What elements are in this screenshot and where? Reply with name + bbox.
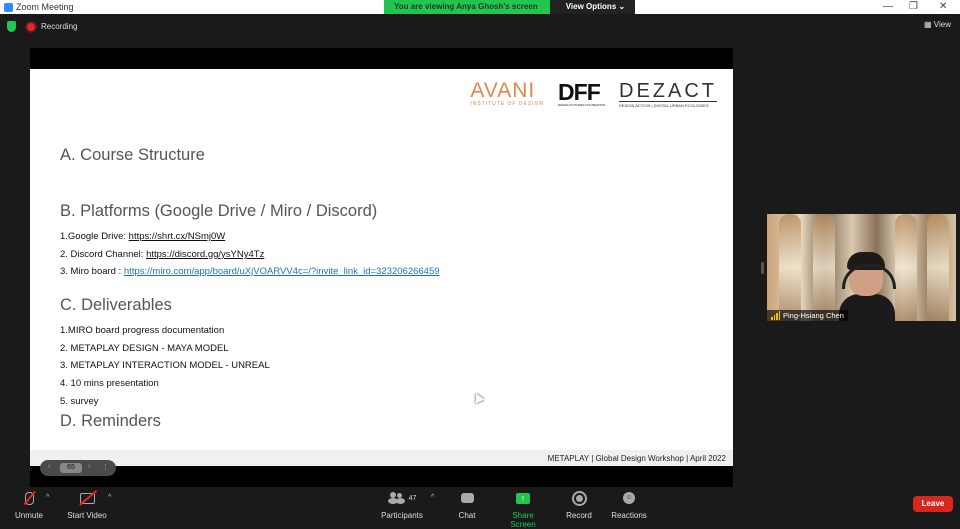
platform-google-drive: 1.Google Drive: https://shrt.cx/NSmj0W — [60, 231, 225, 242]
leave-button[interactable]: Leave — [913, 496, 953, 512]
background-arch — [813, 214, 835, 321]
app-title: Zoom Meeting — [4, 2, 74, 12]
more-icon[interactable]: ⋮ — [102, 463, 109, 471]
view-button[interactable]: ▦ View — [924, 20, 951, 29]
background-arch — [779, 214, 801, 321]
reactions-label: Reactions — [611, 511, 647, 520]
video-options-caret[interactable]: ^ — [108, 494, 111, 501]
dezact-logo: DEZACT DESIGN ACTION | DIGITAL URBAN ECO… — [619, 81, 717, 108]
viewing-label: You are viewing Anya Ghosh's screen — [384, 0, 550, 14]
section-c-heading: C. Deliverables — [60, 296, 172, 314]
slide-footer: METAPLAY | Global Design Workshop | Apri… — [30, 450, 733, 466]
audio-options-caret[interactable]: ^ — [46, 494, 49, 501]
signal-strength-icon — [771, 311, 780, 320]
share-screen-button[interactable]: ↑ Share Screen — [500, 487, 546, 529]
restore-button[interactable]: ❐ — [909, 1, 918, 12]
section-a-heading: A. Course Structure — [60, 146, 205, 164]
platform-label: 1.Google Drive: — [60, 231, 129, 242]
meeting-toolbar: Unmute ^ Start Video ^ 47 Participants ^… — [0, 487, 960, 529]
avani-logo-text: AVANI — [470, 79, 536, 102]
chat-icon — [460, 493, 474, 503]
start-video-label: Start Video — [67, 511, 107, 520]
background-arch — [927, 214, 949, 321]
deliverable-item: 1.MIRO board progress documentation — [60, 325, 225, 336]
platform-label: 2. Discord Channel: — [60, 249, 147, 260]
platform-discord: 2. Discord Channel: https://discord.gg/y… — [60, 249, 264, 260]
prev-slide-button[interactable]: ‹ — [48, 463, 50, 470]
footer-text: METAPLAY | Global Design Workshop | Apri… — [547, 454, 726, 463]
avani-logo-sub: INSTITUTE OF DESIGN — [470, 101, 545, 107]
participant-name-tag: Ping-Hsiang Chen — [767, 310, 848, 321]
deliverable-item: 3. METAPLAY INTERACTION MODEL - UNREAL — [60, 360, 270, 371]
participants-icon — [387, 491, 406, 505]
smiley-icon: ☺ — [623, 492, 635, 504]
avani-logo: AVANI INSTITUTE OF DESIGN — [470, 79, 545, 107]
dff-logo: DFF DESIGN FUTURES FOUNDATION — [558, 79, 605, 108]
deliverable-item: 5. survey — [60, 396, 99, 407]
unmute-label: Unmute — [14, 511, 43, 520]
grid-icon: ▦ — [924, 20, 932, 29]
chat-label: Chat — [458, 511, 476, 520]
deliverable-item: 4. 10 mins presentation — [60, 378, 159, 389]
dezact-logo-text: DEZACT — [619, 80, 717, 102]
record-button[interactable]: Record — [565, 487, 593, 520]
view-options-button[interactable]: View Options ⌄ — [549, 0, 636, 14]
security-shield-icon[interactable] — [7, 21, 16, 32]
participants-button[interactable]: 47 Participants — [381, 487, 423, 520]
participants-options-caret[interactable]: ^ — [431, 494, 434, 501]
deliverable-item: 2. METAPLAY DESIGN - MAYA MODEL — [60, 343, 229, 354]
record-icon — [571, 490, 587, 506]
unmute-button[interactable]: Unmute — [12, 487, 46, 520]
next-slide-button[interactable]: › — [88, 463, 90, 470]
participants-count: 47 — [408, 494, 417, 502]
shared-screen: AVANI INSTITUTE OF DESIGN DFF DESIGN FUT… — [30, 48, 733, 487]
slide-pager[interactable]: ‹ 65 › ⋮ — [40, 460, 116, 476]
presentation-slide: AVANI INSTITUTE OF DESIGN DFF DESIGN FUT… — [30, 69, 733, 466]
reactions-button[interactable]: ☺ Reactions — [611, 487, 647, 520]
google-drive-link[interactable]: https://shrt.cx/NSmj0W — [129, 231, 226, 242]
recording-label: Recording — [41, 22, 78, 31]
screen-share-banner: You are viewing Anya Ghosh's screen View… — [384, 0, 636, 14]
dff-logo-text: DFF — [558, 79, 601, 105]
recording-icon — [27, 23, 35, 31]
participant-name: Ping-Hsiang Chen — [783, 311, 844, 320]
muted-microphone-icon — [24, 491, 34, 505]
dff-logo-sub: DESIGN FUTURES FOUNDATION — [558, 103, 605, 107]
section-d-heading: D. Reminders — [60, 412, 161, 430]
chat-button[interactable]: Chat — [455, 487, 479, 520]
section-b-heading: B. Platforms (Google Drive / Miro / Disc… — [60, 202, 378, 220]
share-screen-icon: ↑ — [516, 492, 530, 504]
dezact-logo-sub: DESIGN ACTION | DIGITAL URBAN ECOLOGIES — [619, 101, 717, 108]
slide-number: 65 — [60, 463, 82, 473]
resize-handle[interactable] — [761, 262, 764, 274]
miro-link[interactable]: https://miro.com/app/board/uXjVOARVV4c=/… — [124, 266, 440, 277]
discord-link[interactable]: https://discord.gg/ysYNy4Tz — [146, 249, 264, 260]
minimize-button[interactable]: — — [883, 1, 893, 12]
close-button[interactable]: ✕ — [939, 1, 947, 12]
platform-label: 3. Miro board : — [60, 266, 124, 277]
background-arch — [895, 214, 917, 321]
view-label: View — [933, 20, 951, 29]
platform-miro: 3. Miro board : https://miro.com/app/boa… — [60, 266, 440, 277]
record-label: Record — [566, 511, 592, 520]
video-off-icon — [79, 492, 95, 504]
window-title: Zoom Meeting — [16, 2, 74, 12]
participant-video[interactable]: Ping-Hsiang Chen — [767, 214, 956, 321]
slide-logos: AVANI INSTITUTE OF DESIGN DFF DESIGN FUT… — [470, 79, 717, 108]
zoom-logo-icon — [4, 2, 13, 12]
start-video-button[interactable]: Start Video — [66, 487, 108, 520]
share-screen-label: Share Screen — [510, 511, 536, 529]
participants-label: Participants — [381, 511, 423, 520]
